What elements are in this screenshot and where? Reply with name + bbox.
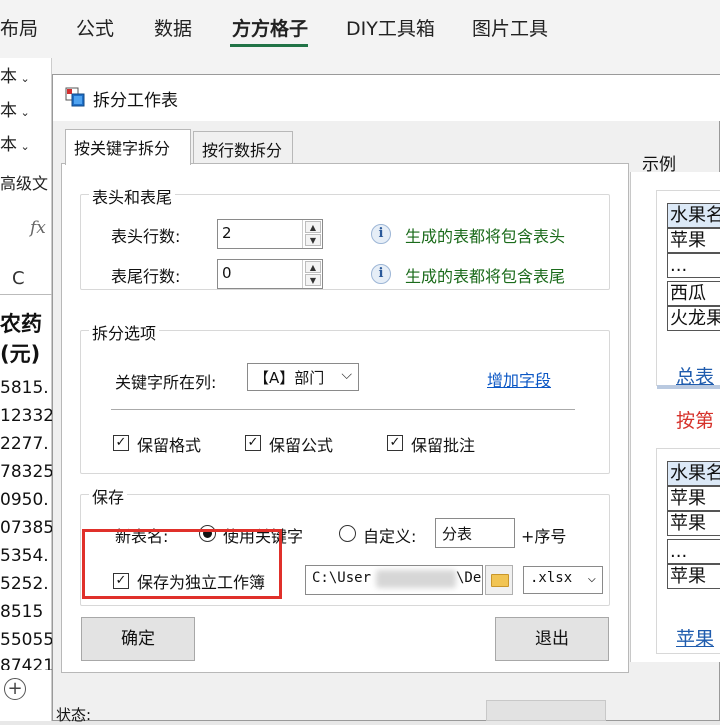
info-icon: i: [371, 224, 391, 244]
group-title: 表头和表尾: [89, 184, 176, 208]
keep-format-checkbox[interactable]: ✓: [113, 435, 129, 451]
ribbon-tab-diy-toolbox[interactable]: DIY工具箱: [346, 14, 435, 41]
ribbon: 布局 公式 数据 方方格子 DIY工具箱 图片工具: [0, 0, 720, 58]
status-bar: [486, 700, 606, 721]
footer-rows-stepper[interactable]: 0 ▲ ▼: [217, 259, 323, 289]
chevron-down-icon: ⌵: [341, 367, 352, 383]
table-cell[interactable]: 5252.: [0, 574, 49, 594]
save-path-input[interactable]: C:\User \De: [305, 565, 483, 595]
footer-info-text: 生成的表都将包含表尾: [405, 267, 566, 286]
browse-folder-button[interactable]: [485, 565, 513, 595]
table-cell[interactable]: 55055: [0, 630, 54, 650]
table-cell[interactable]: 5354.: [0, 546, 49, 566]
tab-split-by-rows[interactable]: 按行数拆分: [193, 131, 293, 163]
file-extension-select[interactable]: .xlsx ⌵: [523, 566, 603, 594]
ribbon-tab-data[interactable]: 数据: [154, 14, 192, 41]
cell-header-line2[interactable]: (元): [0, 338, 40, 368]
exit-button[interactable]: 退出: [495, 617, 609, 661]
table-cell: 火龙果: [667, 306, 720, 331]
table-cell[interactable]: 0950.: [0, 490, 49, 510]
header-rows-label: 表头行数:: [111, 227, 181, 246]
table-cell: 苹果: [667, 511, 720, 536]
ribbon-tab-formulas[interactable]: 公式: [76, 14, 114, 41]
key-column-select[interactable]: 【A】部门 ⌵: [247, 363, 359, 391]
group-title: 拆分选项: [89, 320, 160, 344]
table-cell[interactable]: 87421: [0, 656, 54, 670]
example-summary-sheet: 水果名 苹果 ... 西瓜 火龙果: [656, 190, 720, 389]
header-rows-stepper[interactable]: 2 ▲ ▼: [217, 219, 323, 249]
key-column-label: 关键字所在列:: [115, 373, 217, 392]
table-cell: ...: [667, 539, 720, 564]
status-label: 状态:: [56, 706, 92, 724]
column-header-c[interactable]: C: [12, 268, 25, 289]
footer-rows-label: 表尾行数:: [111, 267, 181, 286]
folder-icon: [491, 574, 509, 587]
column-header-divider: [0, 294, 52, 295]
split-options-group: 拆分选项 关键字所在列: 【A】部门 ⌵ 增加字段 ✓ 保留格式 ✓ 保留公式 …: [80, 320, 610, 474]
ribbon-text-item[interactable]: 本 ⌄: [0, 130, 30, 155]
split-sheet-dialog: 拆分工作表 按关键字拆分 按行数拆分 表头和表尾 表头行数: 2 ▲ ▼ i 生成…: [52, 74, 720, 721]
table-cell: 水果名: [667, 461, 720, 486]
table-cell[interactable]: 5815.: [0, 378, 49, 398]
app-icon: [65, 87, 85, 107]
add-sheet-button[interactable]: +: [4, 678, 26, 700]
ok-button[interactable]: 确定: [81, 617, 195, 661]
ribbon-text-item[interactable]: 本 ⌄: [0, 96, 30, 121]
divider: [111, 409, 575, 410]
increment-icon[interactable]: ▲: [305, 221, 321, 233]
chevron-down-icon: ⌵: [587, 570, 596, 586]
table-cell: 水果名: [667, 203, 720, 228]
keep-formula-checkbox[interactable]: ✓: [245, 435, 261, 451]
keep-formula-label[interactable]: 保留公式: [269, 432, 333, 456]
table-cell[interactable]: 07385: [0, 518, 54, 538]
ribbon-text-item[interactable]: 本 ⌄: [0, 62, 30, 87]
table-cell[interactable]: 2277.: [0, 434, 49, 454]
decrement-icon[interactable]: ▼: [305, 234, 321, 246]
table-cell: 西瓜: [667, 281, 720, 306]
tab-split-by-keyword[interactable]: 按关键字拆分: [65, 129, 191, 165]
ribbon-tab-image-tools[interactable]: 图片工具: [472, 14, 548, 41]
keep-format-label[interactable]: 保留格式: [137, 432, 201, 456]
custom-name-radio[interactable]: [339, 525, 356, 542]
split-sheet-tab: 苹果: [676, 628, 715, 650]
table-cell[interactable]: 8515: [0, 602, 43, 622]
header-footer-group: 表头和表尾 表头行数: 2 ▲ ▼ i 生成的表都将包含表头 表尾行数: 0 ▲ ▼…: [80, 184, 610, 290]
dialog-titlebar[interactable]: 拆分工作表: [53, 75, 720, 121]
add-field-link[interactable]: 增加字段: [487, 367, 551, 391]
table-cell: ...: [667, 253, 720, 278]
active-tab-indicator: [230, 44, 308, 47]
info-icon: i: [371, 264, 391, 284]
custom-name-label[interactable]: 自定义:: [363, 523, 416, 547]
sequence-suffix-label: +序号: [521, 527, 567, 546]
footer-rows-value[interactable]: 0: [222, 264, 232, 282]
custom-name-input[interactable]: 分表: [435, 518, 515, 548]
increment-icon[interactable]: ▲: [305, 261, 321, 273]
group-title: 保存: [89, 484, 128, 508]
keep-comment-checkbox[interactable]: ✓: [387, 435, 403, 451]
table-cell: 苹果: [667, 564, 720, 589]
table-cell[interactable]: 78325: [0, 462, 54, 482]
keep-comment-label[interactable]: 保留批注: [411, 432, 475, 456]
ribbon-advanced-item[interactable]: 高级文: [0, 170, 48, 194]
table-cell: 苹果: [667, 228, 720, 253]
summary-sheet-tab: 总表: [676, 366, 715, 388]
table-cell: 苹果: [667, 486, 720, 511]
decrement-icon[interactable]: ▼: [305, 274, 321, 286]
example-caption: 按第: [676, 410, 715, 432]
header-info-text: 生成的表都将包含表头: [405, 227, 566, 246]
cell-header-line1[interactable]: 农药: [0, 308, 42, 338]
table-cell[interactable]: 12332: [0, 406, 54, 426]
ribbon-tab-layout[interactable]: 布局: [0, 14, 38, 41]
header-rows-value[interactable]: 2: [222, 224, 232, 242]
fx-icon[interactable]: fx: [30, 218, 46, 238]
dialog-title: 拆分工作表: [93, 91, 178, 111]
redacted-path: [376, 570, 456, 588]
highlight-box: [82, 529, 282, 599]
ribbon-tab-fangfang[interactable]: 方方格子: [232, 14, 308, 41]
